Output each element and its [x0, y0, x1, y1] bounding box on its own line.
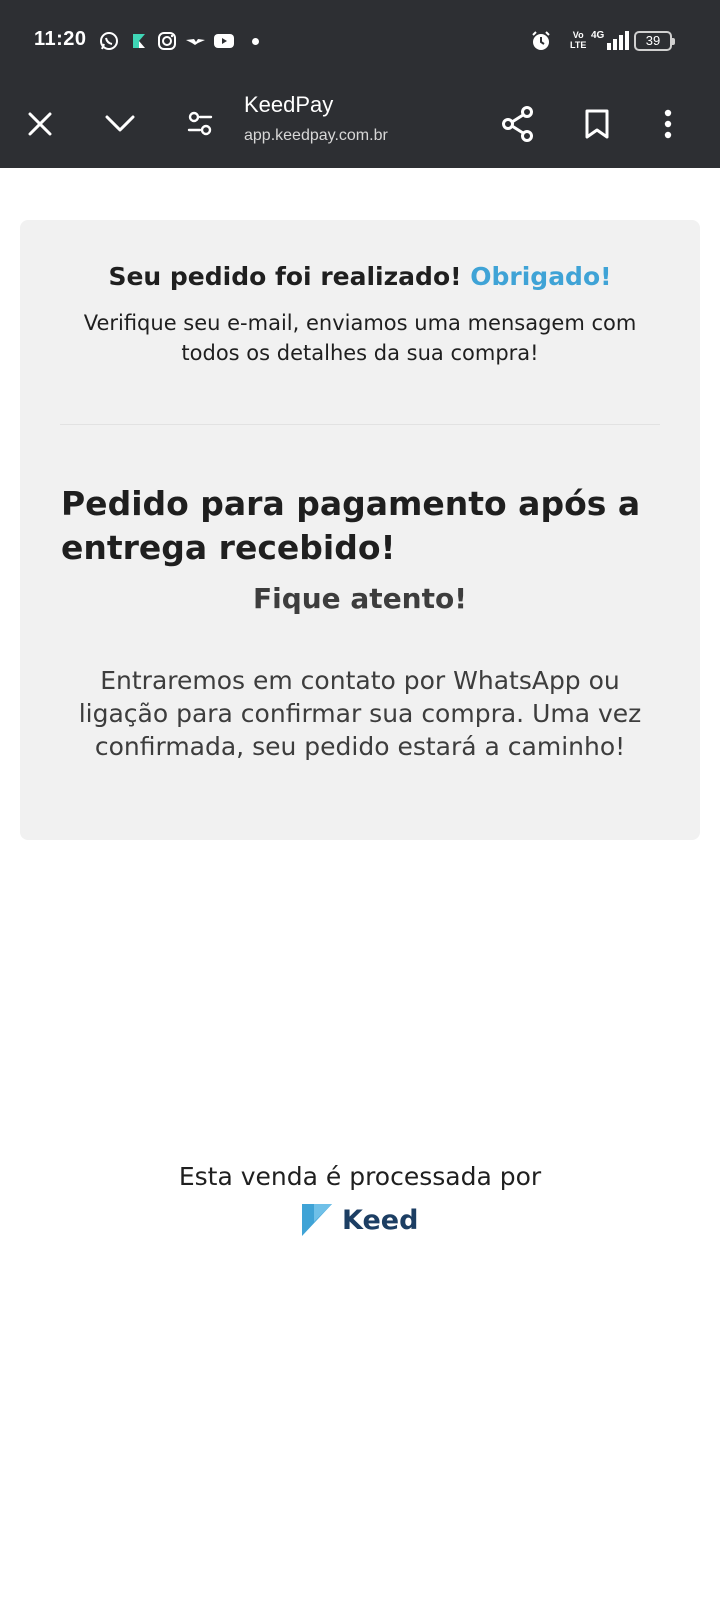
- order-confirmation-card: Seu pedido foi realizado! Obrigado! Veri…: [20, 220, 700, 840]
- more-vert-icon[interactable]: [646, 102, 690, 146]
- order-placed-text: Seu pedido foi realizado!: [108, 262, 462, 291]
- chevron-down-icon[interactable]: [98, 102, 142, 146]
- card-divider: [60, 424, 660, 425]
- status-bar: 11:20 Vo LTE 4G 39: [0, 0, 720, 84]
- instagram-icon: [156, 30, 178, 52]
- alarm-icon: [530, 30, 552, 52]
- page-url[interactable]: app.keedpay.com.br: [244, 127, 388, 145]
- bird-icon: [184, 30, 206, 52]
- system-and-browser-bar: 11:20 Vo LTE 4G 39 KeedPay app.keedpay.c…: [0, 0, 720, 168]
- order-placed-heading: Seu pedido foi realizado! Obrigado!: [20, 262, 700, 291]
- keed-brand-name: Keed: [342, 1204, 419, 1236]
- volte-icon: Vo LTE: [570, 30, 587, 50]
- close-icon[interactable]: [18, 102, 62, 146]
- whatsapp-icon: [98, 30, 120, 52]
- cod-order-title: Pedido para pagamento após a entrega rec…: [61, 484, 641, 567]
- contact-message: Entraremos em contato por WhatsApp ou li…: [78, 666, 642, 761]
- svg-text:4G: 4G: [591, 30, 605, 41]
- site-settings-icon[interactable]: [178, 102, 222, 146]
- page-title: KeedPay: [244, 92, 334, 117]
- notification-dot: [252, 38, 259, 45]
- thank-you-text: Obrigado!: [470, 262, 612, 291]
- processed-by-text: Esta venda é processada por: [178, 1162, 542, 1191]
- status-time: 11:20: [34, 28, 87, 50]
- email-notice: Verifique seu e-mail, enviamos uma mensa…: [83, 311, 637, 365]
- attention-heading: Fique atento!: [252, 582, 468, 615]
- keed-logo[interactable]: Keed: [300, 1200, 418, 1240]
- kiwi-icon: [128, 30, 150, 52]
- battery-indicator: 39: [634, 31, 675, 51]
- youtube-icon: [213, 30, 235, 52]
- share-icon[interactable]: [496, 102, 540, 146]
- 4g-signal-icon: 4G: [591, 28, 631, 52]
- bookmark-icon[interactable]: [575, 102, 619, 146]
- keed-logo-mark-icon: [302, 1204, 332, 1236]
- browser-toolbar: KeedPay app.keedpay.com.br: [0, 84, 720, 168]
